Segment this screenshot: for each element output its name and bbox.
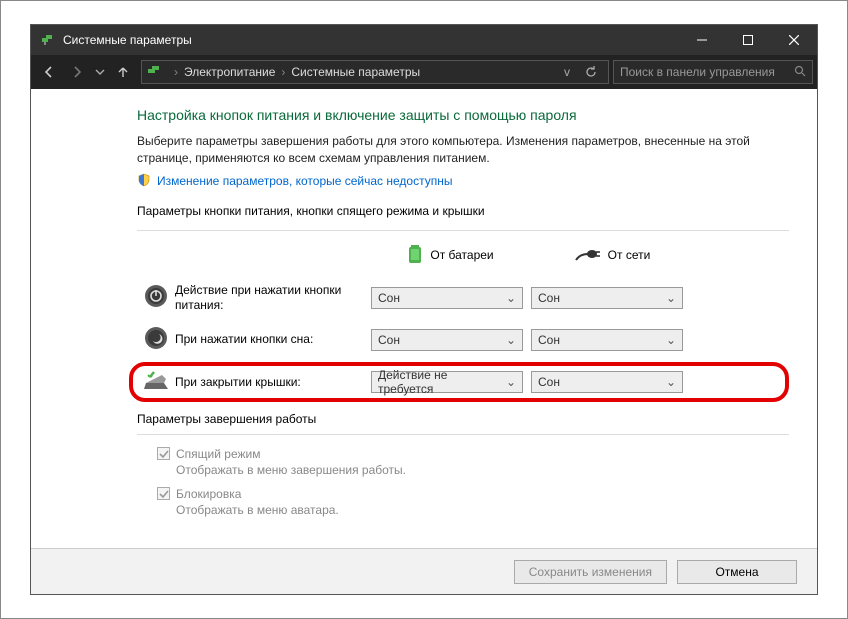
save-button[interactable]: Сохранить изменения — [514, 560, 667, 584]
page-title: Настройка кнопок питания и включение защ… — [137, 107, 789, 123]
battery-column-label: От батареи — [430, 248, 493, 262]
search-input[interactable]: Поиск в панели управления — [613, 60, 813, 84]
footer: Сохранить изменения Отмена — [31, 548, 817, 594]
window-title: Системные параметры — [63, 33, 679, 47]
sleep-mode-checkbox[interactable] — [157, 447, 170, 460]
lid-close-battery-select[interactable]: Действие не требуется ⌄ — [371, 371, 523, 393]
minimize-button[interactable] — [679, 25, 725, 55]
forward-button[interactable] — [63, 58, 91, 86]
ac-column-label: От сети — [608, 248, 651, 262]
shutdown-settings-title: Параметры завершения работы — [137, 412, 789, 426]
chevron-down-icon: ⌄ — [666, 375, 676, 389]
sleep-button-battery-select[interactable]: Сон ⌄ — [371, 329, 523, 351]
page-instructions: Выберите параметры завершения работы для… — [137, 133, 789, 167]
lock-option: Блокировка Отображать в меню аватара. — [157, 487, 789, 517]
power-plan-icon — [146, 64, 162, 80]
power-button-icon — [144, 284, 168, 311]
row-sleep-button: При нажатии кнопки сна: Сон ⌄ Сон ⌄ — [137, 324, 789, 356]
lock-desc: Отображать в меню аватара. — [176, 503, 789, 517]
up-button[interactable] — [109, 58, 137, 86]
lid-close-label: При закрытии крышки: — [175, 375, 371, 389]
divider — [137, 230, 789, 231]
row-power-button: Действие при нажатии кнопки питания: Сон… — [137, 282, 789, 314]
laptop-lid-icon — [142, 369, 170, 394]
change-unavailable-settings-link[interactable]: Изменение параметров, которые сейчас нед… — [157, 174, 453, 188]
battery-icon — [408, 243, 422, 268]
chevron-down-icon: ⌄ — [666, 291, 676, 305]
section-title: Параметры кнопки питания, кнопки спящего… — [137, 204, 789, 218]
power-button-ac-select[interactable]: Сон ⌄ — [531, 287, 683, 309]
lid-close-ac-select[interactable]: Сон ⌄ — [531, 371, 683, 393]
power-button-battery-select[interactable]: Сон ⌄ — [371, 287, 523, 309]
plug-icon — [572, 246, 600, 265]
columns-header: От батареи От сети — [137, 243, 789, 268]
maximize-button[interactable] — [725, 25, 771, 55]
breadcrumb-seg1[interactable]: Электропитание — [184, 65, 275, 79]
address-dropdown-icon[interactable]: v — [564, 65, 570, 79]
recent-locations-button[interactable] — [91, 58, 109, 86]
chevron-down-icon: ⌄ — [666, 333, 676, 347]
navbar: › Электропитание › Системные параметры v… — [31, 55, 817, 89]
titlebar: Системные параметры — [31, 25, 817, 55]
search-placeholder: Поиск в панели управления — [620, 65, 794, 79]
sleep-mode-desc: Отображать в меню завершения работы. — [176, 463, 789, 477]
shield-icon — [137, 173, 151, 190]
refresh-button[interactable] — [578, 65, 604, 79]
breadcrumb-separator: › — [281, 65, 285, 79]
chevron-down-icon: ⌄ — [506, 291, 516, 305]
breadcrumb-seg2[interactable]: Системные параметры — [291, 65, 420, 79]
lock-label: Блокировка — [176, 487, 241, 501]
chevron-down-icon: ⌄ — [506, 375, 516, 389]
sleep-button-icon — [144, 326, 168, 353]
address-bar[interactable]: › Электропитание › Системные параметры v — [141, 60, 609, 84]
sleep-mode-option: Спящий режим Отображать в меню завершени… — [157, 447, 789, 477]
content-area: Настройка кнопок питания и включение защ… — [31, 89, 817, 548]
chevron-down-icon: ⌄ — [506, 333, 516, 347]
app-icon — [39, 32, 55, 48]
sleep-button-ac-select[interactable]: Сон ⌄ — [531, 329, 683, 351]
lock-checkbox[interactable] — [157, 487, 170, 500]
close-button[interactable] — [771, 25, 817, 55]
search-icon — [794, 65, 806, 80]
divider — [137, 434, 789, 435]
back-button[interactable] — [35, 58, 63, 86]
power-button-label: Действие при нажатии кнопки питания: — [175, 283, 371, 312]
row-lid-close-highlighted: При закрытии крышки: Действие не требует… — [129, 362, 789, 402]
cancel-button[interactable]: Отмена — [677, 560, 797, 584]
breadcrumb-separator: › — [174, 65, 178, 79]
sleep-button-label: При нажатии кнопки сна: — [175, 332, 371, 346]
sleep-mode-label: Спящий режим — [176, 447, 260, 461]
